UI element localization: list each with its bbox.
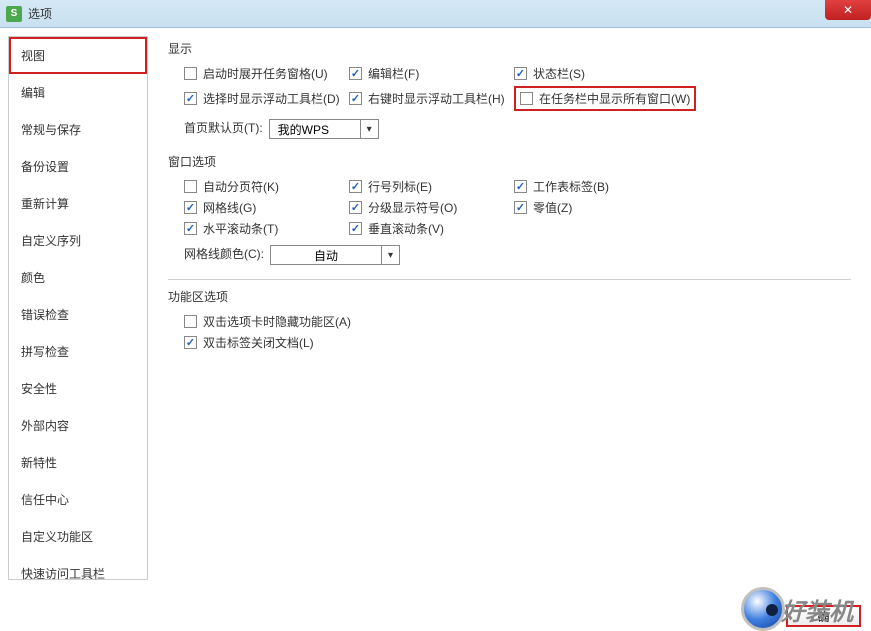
sidebar-item-general-save[interactable]: 常规与保存 [9,111,147,148]
sidebar-item-external[interactable]: 外部内容 [9,407,147,444]
label-outline-symbols: 分级显示符号(O) [368,199,457,216]
section-title-window: 窗口选项 [168,153,851,170]
checkbox-vscroll[interactable] [349,222,362,235]
sidebar-label: 自定义功能区 [21,530,93,544]
checkbox-float-right[interactable] [349,92,362,105]
section-title-ribbon: 功能区选项 [168,288,851,305]
sidebar-item-edit[interactable]: 编辑 [9,74,147,111]
sidebar-item-recalc[interactable]: 重新计算 [9,185,147,222]
label-status-bar: 状态栏(S) [533,65,585,82]
sidebar-label: 常规与保存 [21,123,81,137]
sidebar-label: 重新计算 [21,197,69,211]
section-title-display: 显示 [168,40,851,57]
sidebar-item-view[interactable]: 视图 [9,37,147,74]
divider [168,279,851,280]
dropdown-grid-color[interactable]: 自动 [270,245,400,265]
sidebar-label: 安全性 [21,382,57,396]
label-hscroll: 水平滚动条(T) [203,220,278,237]
label-default-tab: 首页默认页(T): [184,119,263,139]
sidebar-item-spellcheck[interactable]: 拼写检查 [9,333,147,370]
sidebar-label: 备份设置 [21,160,69,174]
checkbox-hscroll[interactable] [184,222,197,235]
sidebar: 视图 编辑 常规与保存 备份设置 重新计算 自定义序列 颜色 错误检查 拼写检查… [8,36,148,580]
checkbox-zero-values[interactable] [514,201,527,214]
close-icon: ✕ [843,3,853,17]
sidebar-label: 错误检查 [21,308,69,322]
label-dblclick-close: 双击标签关闭文档(L) [203,334,314,351]
checkbox-outline-symbols[interactable] [349,201,362,214]
titlebar: S 选项 ✕ [0,0,871,28]
sidebar-label: 视图 [21,49,45,63]
close-button[interactable]: ✕ [825,0,871,20]
checkbox-edit-bar[interactable] [349,67,362,80]
sidebar-label: 快速访问工具栏 [21,567,105,581]
watermark-icon [741,587,785,631]
checkbox-sheet-tabs[interactable] [514,180,527,193]
sidebar-label: 编辑 [21,86,45,100]
sidebar-item-error-check[interactable]: 错误检查 [9,296,147,333]
label-zero-values: 零值(Z) [533,199,572,216]
sidebar-label: 新特性 [21,456,57,470]
sidebar-item-color[interactable]: 颜色 [9,259,147,296]
checkbox-auto-pagebreak[interactable] [184,180,197,193]
label-taskbar-all: 在任务栏中显示所有窗口(W) [539,90,690,107]
label-float-select: 选择时显示浮动工具栏(D) [203,90,340,107]
sidebar-item-new-features[interactable]: 新特性 [9,444,147,481]
highlight-taskbar-all: 在任务栏中显示所有窗口(W) [514,86,696,111]
dropdown-grid-color-value: 自动 [271,247,381,264]
label-gridlines: 网格线(G) [203,199,256,216]
dropdown-default-tab[interactable]: 我的WPS [269,119,379,139]
checkbox-dblclick-hide[interactable] [184,315,197,328]
label-vscroll: 垂直滚动条(V) [368,220,444,237]
sidebar-label: 自定义序列 [21,234,81,248]
footer: 确 [786,605,861,627]
sidebar-item-custom-ribbon[interactable]: 自定义功能区 [9,518,147,555]
sidebar-item-backup[interactable]: 备份设置 [9,148,147,185]
label-edit-bar: 编辑栏(F) [368,65,419,82]
window-title: 选项 [28,5,52,22]
checkbox-gridlines[interactable] [184,201,197,214]
sidebar-item-custom-series[interactable]: 自定义序列 [9,222,147,259]
label-grid-color: 网格线颜色(C): [184,245,264,265]
app-icon: S [6,6,22,22]
chevron-down-icon [381,246,399,264]
label-rowcol-header: 行号列标(E) [368,178,432,195]
checkbox-rowcol-header[interactable] [349,180,362,193]
sidebar-item-security[interactable]: 安全性 [9,370,147,407]
sidebar-item-trust-center[interactable]: 信任中心 [9,481,147,518]
checkbox-startup-pane[interactable] [184,67,197,80]
content-panel: 显示 启动时展开任务窗格(U) 编辑栏(F) 状态栏(S) 选择时显示浮动工具栏… [148,28,871,588]
ok-button-label: 确 [817,608,829,625]
checkbox-taskbar-all[interactable] [520,92,533,105]
sidebar-item-qat[interactable]: 快速访问工具栏 [9,555,147,592]
label-dblclick-hide: 双击选项卡时隐藏功能区(A) [203,313,351,330]
sidebar-label: 信任中心 [21,493,69,507]
checkbox-float-select[interactable] [184,92,197,105]
sidebar-label: 颜色 [21,271,45,285]
label-auto-pagebreak: 自动分页符(K) [203,178,279,195]
label-sheet-tabs: 工作表标签(B) [533,178,609,195]
dropdown-default-tab-value: 我的WPS [270,121,360,138]
checkbox-dblclick-close[interactable] [184,336,197,349]
sidebar-label: 拼写检查 [21,345,69,359]
label-startup-pane: 启动时展开任务窗格(U) [203,65,328,82]
sidebar-label: 外部内容 [21,419,69,433]
chevron-down-icon [360,120,378,138]
ok-button[interactable]: 确 [786,605,861,627]
checkbox-status-bar[interactable] [514,67,527,80]
label-float-right: 右键时显示浮动工具栏(H) [368,90,505,107]
